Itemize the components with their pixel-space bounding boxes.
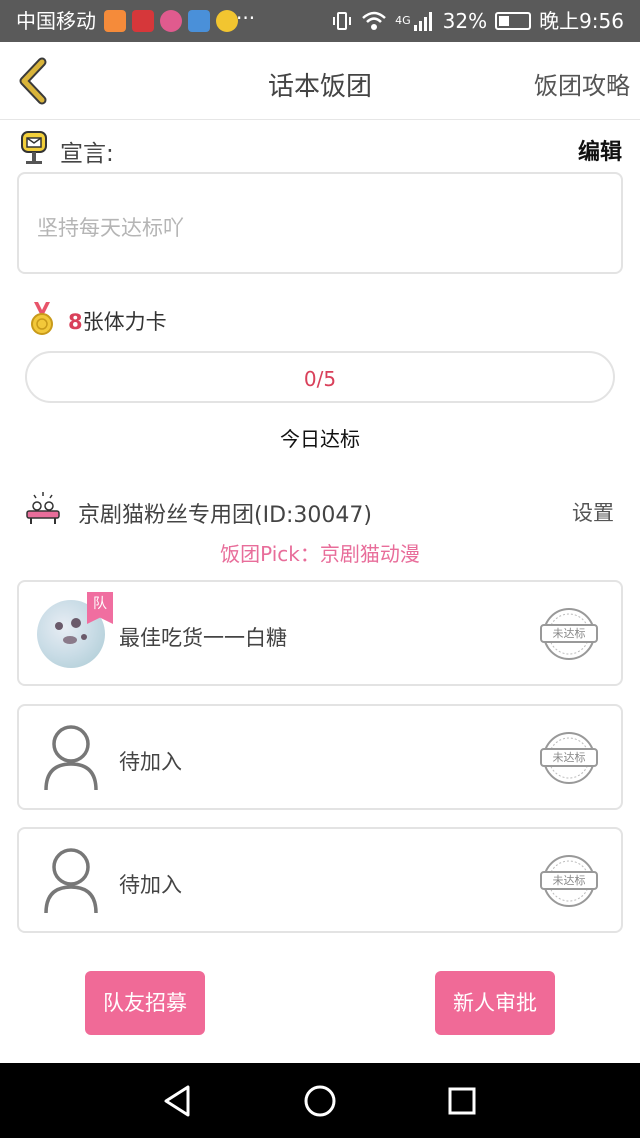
chat-app-icon xyxy=(216,10,238,32)
not-met-stamp-icon: 未达标 xyxy=(540,732,598,784)
daily-goal-label: 今日达标 xyxy=(280,427,360,451)
group-pick: 饭团Pick：京剧猫动漫 xyxy=(220,542,420,566)
person-placeholder-icon xyxy=(44,848,98,914)
battery-percent: 32% xyxy=(442,9,488,33)
daily-progress-bar: 0/5 xyxy=(25,351,615,403)
group-table-icon xyxy=(26,492,60,524)
status-bar: 中国移动 ··· 4G 32% 晚上9:56 xyxy=(0,0,640,42)
manifesto-text: 坚持每天达标吖 xyxy=(37,216,184,240)
group-settings-link[interactable]: 设置 xyxy=(572,497,614,527)
person-placeholder-icon xyxy=(44,725,98,791)
mailbox-icon xyxy=(21,131,47,164)
more-notifications-icon: ··· xyxy=(236,6,256,30)
nav-home-icon[interactable] xyxy=(302,1083,338,1119)
notification-icons xyxy=(104,10,238,32)
stamina-cards-label: 8张体力卡 xyxy=(68,306,167,336)
system-nav-bar xyxy=(0,1063,640,1138)
clock: 晚上9:56 xyxy=(539,9,624,33)
edit-manifesto-button[interactable]: 编辑 xyxy=(578,134,622,166)
battery-icon xyxy=(495,12,532,30)
group-guide-link[interactable]: 饭团攻略 xyxy=(534,66,630,101)
medal-icon xyxy=(31,302,53,335)
store-app-icon xyxy=(188,10,210,32)
member-name: 待加入 xyxy=(119,750,182,774)
member-name: 待加入 xyxy=(119,873,182,897)
not-met-stamp-icon: 未达标 xyxy=(540,855,598,907)
vibrate-icon xyxy=(333,12,352,30)
nav-back-icon[interactable] xyxy=(160,1083,196,1119)
stamp-label: 未达标 xyxy=(553,626,586,640)
signal-icon xyxy=(413,12,432,31)
approve-newcomers-button[interactable]: 新人审批 xyxy=(435,971,555,1035)
member-card[interactable]: 待加入 未达标 xyxy=(17,704,623,810)
stamina-count: 8 xyxy=(68,310,83,334)
member-name: 最佳吃货一一白糖 xyxy=(119,626,287,650)
status-right: 4G 32% 晚上9:56 xyxy=(331,8,624,34)
music-app-icon xyxy=(160,10,182,32)
wifi-icon xyxy=(362,11,386,30)
nav-recents-icon[interactable] xyxy=(444,1083,480,1119)
manifesto-box: 坚持每天达标吖 xyxy=(17,172,623,274)
manifesto-label: 宣言: xyxy=(60,141,114,167)
stamina-suffix: 张体力卡 xyxy=(82,310,167,334)
stamp-label: 未达标 xyxy=(553,873,586,887)
carrier-label: 中国移动 xyxy=(16,9,96,33)
news-app-icon xyxy=(132,10,154,32)
network-type: 4G xyxy=(395,14,411,27)
progress-text: 0/5 xyxy=(303,367,337,391)
member-card[interactable]: 队 最佳吃货一一白糖 未达标 xyxy=(17,580,623,686)
recruit-teammates-button[interactable]: 队友招募 xyxy=(85,971,205,1035)
not-met-stamp-icon: 未达标 xyxy=(540,608,598,660)
member-card[interactable]: 待加入 未达标 xyxy=(17,827,623,933)
video-app-icon xyxy=(104,10,126,32)
top-bar: 话本饭团 饭团攻略 xyxy=(0,42,640,120)
group-name: 京剧猫粉丝专用团(ID:30047) xyxy=(78,503,372,528)
stamp-label: 未达标 xyxy=(553,750,586,764)
